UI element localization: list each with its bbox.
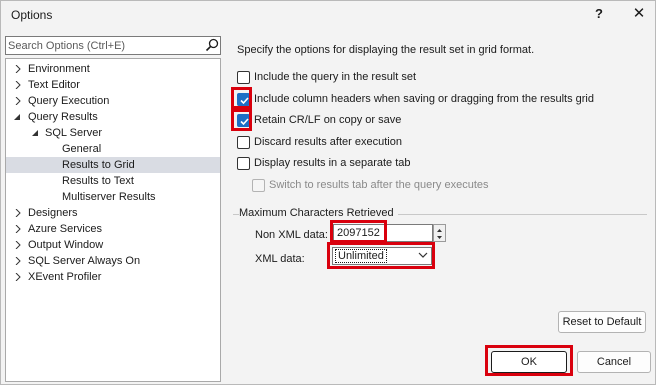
option-separate-tab[interactable]: Display results in a separate tab xyxy=(237,155,637,171)
search-input[interactable] xyxy=(8,38,198,53)
window-title: Options xyxy=(11,8,53,22)
cancel-button[interactable]: Cancel xyxy=(577,351,651,373)
search-icon[interactable] xyxy=(205,38,219,53)
option-label: Include the query in the result set xyxy=(254,71,417,83)
highlight-box xyxy=(327,242,435,269)
separate-tab-checkbox[interactable] xyxy=(237,157,250,170)
include-query-checkbox[interactable] xyxy=(237,71,250,84)
tree-item-results-to-grid[interactable]: Results to Grid xyxy=(6,157,220,173)
page-description: Specify the options for displaying the r… xyxy=(237,44,535,56)
option-discard-results[interactable]: Discard results after execution xyxy=(237,134,637,150)
options-dialog: Options ? ✕ Environment Text Editor Quer… xyxy=(0,0,656,385)
tree-item-label: Query Execution xyxy=(28,95,110,107)
tree-item-designers[interactable]: Designers xyxy=(6,205,220,221)
xml-data-label: XML data: xyxy=(255,253,305,265)
spin-up-icon[interactable] xyxy=(434,226,445,234)
chevron-down-icon[interactable] xyxy=(13,113,21,121)
option-label: Include column headers when saving or dr… xyxy=(254,93,594,105)
tree-item-label: Azure Services xyxy=(28,223,102,235)
switch-to-results-tab-checkbox xyxy=(252,179,265,192)
chevron-right-icon[interactable] xyxy=(14,97,22,105)
tree-item-label: SQL Server Always On xyxy=(28,255,141,267)
tree-item-label: General xyxy=(62,143,102,155)
tree-item-multiserver-results[interactable]: Multiserver Results xyxy=(6,189,220,205)
tree-item-output-window[interactable]: Output Window xyxy=(6,237,220,253)
tree-item-results-to-text[interactable]: Results to Text xyxy=(6,173,220,189)
title-bar: Options ? ✕ xyxy=(1,1,655,29)
tree-item-xevent-profiler[interactable]: XEvent Profiler xyxy=(6,269,220,285)
chevron-right-icon[interactable] xyxy=(14,257,22,265)
tree-item-query-execution[interactable]: Query Execution xyxy=(6,93,220,109)
reset-to-default-button[interactable]: Reset to Default xyxy=(558,311,646,333)
chevron-right-icon[interactable] xyxy=(14,65,22,73)
tree-item-sql-server[interactable]: SQL Server xyxy=(6,125,220,141)
discard-results-checkbox[interactable] xyxy=(237,136,250,149)
max-chars-group-label: Maximum Characters Retrieved xyxy=(239,207,398,219)
chevron-down-icon[interactable] xyxy=(31,129,39,137)
highlight-box xyxy=(231,109,252,131)
option-include-query[interactable]: Include the query in the result set xyxy=(237,69,637,85)
chevron-right-icon[interactable] xyxy=(14,209,22,217)
tree-item-environment[interactable]: Environment xyxy=(6,61,220,77)
tree-item-label: Query Results xyxy=(28,111,98,123)
option-retain-crlf[interactable]: Retain CR/LF on copy or save xyxy=(237,112,637,128)
option-label: Discard results after execution xyxy=(254,136,402,148)
tree-item-label: Results to Text xyxy=(62,175,134,187)
chevron-right-icon[interactable] xyxy=(14,273,22,281)
option-label: Switch to results tab after the query ex… xyxy=(269,179,489,191)
tree-item-label: SQL Server xyxy=(45,127,103,139)
spin-down-icon[interactable] xyxy=(434,234,445,242)
tree-item-query-results[interactable]: Query Results xyxy=(6,109,220,125)
tree-item-sql-server-always-on[interactable]: SQL Server Always On xyxy=(6,253,220,269)
option-switch-to-results-tab: Switch to results tab after the query ex… xyxy=(252,177,632,193)
option-label: Retain CR/LF on copy or save xyxy=(254,114,402,126)
non-xml-data-label: Non XML data: xyxy=(255,229,328,241)
tree-item-label: Designers xyxy=(28,207,78,219)
highlight-box xyxy=(231,87,252,109)
option-include-column-headers[interactable]: Include column headers when saving or dr… xyxy=(237,91,637,107)
chevron-right-icon[interactable] xyxy=(14,241,22,249)
highlight-box xyxy=(330,220,387,243)
tree-item-label: Text Editor xyxy=(28,79,80,91)
tree-item-label: Output Window xyxy=(28,239,104,251)
chevron-right-icon[interactable] xyxy=(14,81,22,89)
options-tree[interactable]: Environment Text Editor Query Execution … xyxy=(5,58,221,382)
tree-item-label: Multiserver Results xyxy=(62,191,156,203)
chevron-right-icon[interactable] xyxy=(14,225,22,233)
tree-item-label: Results to Grid xyxy=(62,159,135,171)
highlight-box xyxy=(485,345,573,376)
tree-item-text-editor[interactable]: Text Editor xyxy=(6,77,220,93)
close-button[interactable]: ✕ xyxy=(631,6,647,22)
tree-item-azure-services[interactable]: Azure Services xyxy=(6,221,220,237)
non-xml-data-spinner[interactable] xyxy=(433,224,446,242)
tree-item-general[interactable]: General xyxy=(6,141,220,157)
help-button[interactable]: ? xyxy=(591,6,607,22)
tree-item-label: Environment xyxy=(28,63,90,75)
search-box[interactable] xyxy=(5,36,221,55)
option-label: Display results in a separate tab xyxy=(254,157,411,169)
tree-item-label: XEvent Profiler xyxy=(28,271,102,283)
